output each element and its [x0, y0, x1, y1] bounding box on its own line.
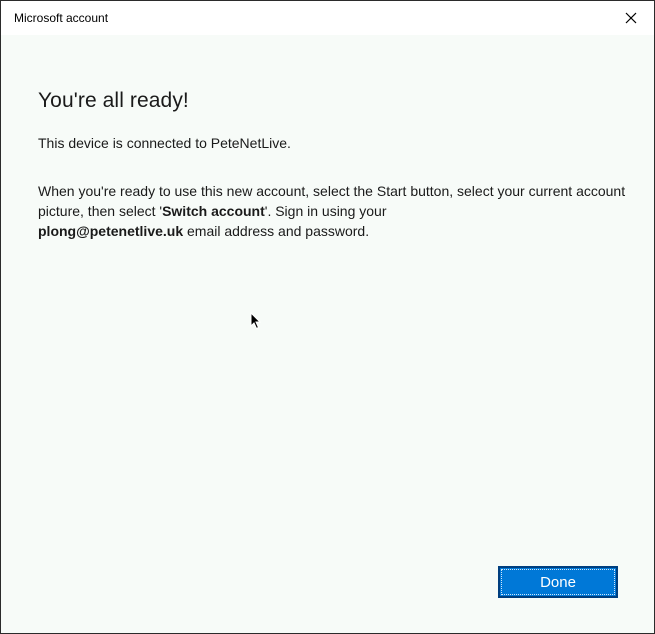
instructions-message: When you're ready to use this new accoun… [38, 181, 628, 241]
close-icon [625, 12, 637, 24]
focus-ring [501, 569, 615, 595]
window-title: Microsoft account [14, 11, 109, 25]
content-area: You're all ready! This device is connect… [38, 89, 628, 241]
instructions-part3: email address and password. [183, 223, 370, 239]
account-email: plong@petenetlive.uk [38, 223, 184, 239]
dialog-window: Microsoft account You're all ready! This… [0, 0, 655, 634]
title-bar: Microsoft account [1, 1, 654, 35]
close-button[interactable] [608, 1, 654, 35]
switch-account-text: Switch account [162, 203, 265, 219]
instructions-part2: '. Sign in using your [264, 203, 387, 219]
connected-message: This device is connected to PeteNetLive. [38, 135, 291, 151]
done-button[interactable]: Done [498, 566, 618, 598]
mouse-pointer-icon [250, 312, 262, 330]
page-title: You're all ready! [38, 89, 189, 112]
